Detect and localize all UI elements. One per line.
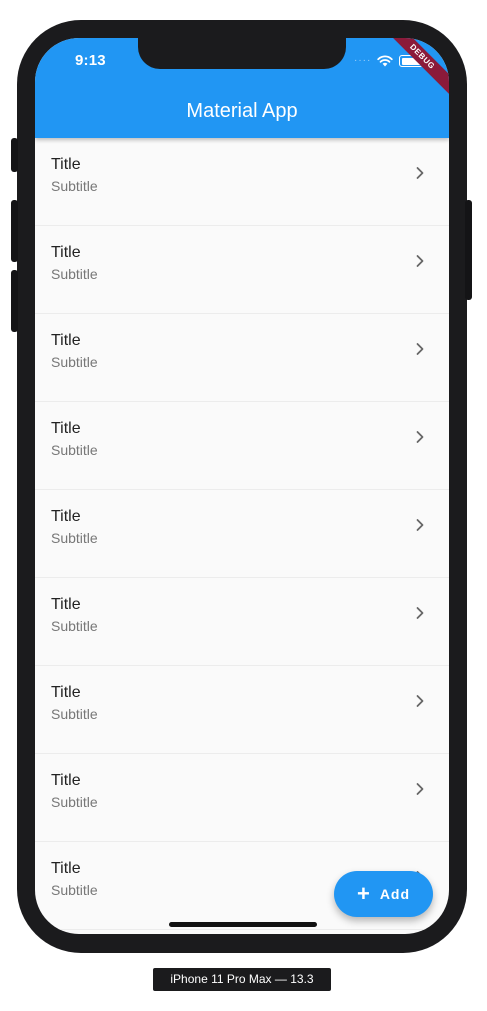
list-item-subtitle: Subtitle xyxy=(51,442,98,458)
list-item-title: Title xyxy=(51,508,81,525)
list-item[interactable]: Title Subtitle xyxy=(35,402,449,490)
device-screen: 9:13 ···· Material App DEBUG Title Subtit… xyxy=(35,38,449,934)
mute-switch xyxy=(11,138,18,172)
chevron-right-icon xyxy=(416,167,424,179)
list-item-title: Title xyxy=(51,156,81,173)
list-item-subtitle: Subtitle xyxy=(51,354,98,370)
home-indicator[interactable] xyxy=(169,922,317,927)
list-item-subtitle: Subtitle xyxy=(51,266,98,282)
list-item[interactable]: Title Subtitle xyxy=(35,490,449,578)
list-item[interactable]: Title Subtitle xyxy=(35,138,449,226)
list-item-subtitle: Subtitle xyxy=(51,178,98,194)
status-time: 9:13 xyxy=(75,52,106,69)
list-item[interactable]: Title Subtitle xyxy=(35,578,449,666)
volume-down-button xyxy=(11,270,18,332)
power-button xyxy=(465,200,472,300)
page-title: Material App xyxy=(186,100,298,122)
list-item-title: Title xyxy=(51,772,81,789)
chevron-right-icon xyxy=(416,431,424,443)
list-item-subtitle: Subtitle xyxy=(51,794,98,810)
list-item[interactable]: Title Subtitle xyxy=(35,754,449,842)
list-item[interactable]: Title Subtitle xyxy=(35,666,449,754)
list-item-title: Title xyxy=(51,420,81,437)
device-label: iPhone 11 Pro Max — 13.3 xyxy=(153,968,331,991)
chevron-right-icon xyxy=(416,607,424,619)
list-item-title: Title xyxy=(51,596,81,613)
list-item[interactable]: Title Subtitle xyxy=(35,226,449,314)
list: Title Subtitle Title Subtitle Title Subtitle T… xyxy=(35,138,449,930)
wifi-icon xyxy=(377,55,394,67)
list-item-subtitle: Subtitle xyxy=(51,882,98,898)
chevron-right-icon xyxy=(416,519,424,531)
list-item-title: Title xyxy=(51,684,81,701)
chevron-right-icon xyxy=(416,343,424,355)
list-item[interactable]: Title Subtitle xyxy=(35,314,449,402)
list-item-subtitle: Subtitle xyxy=(51,530,98,546)
list-item-subtitle: Subtitle xyxy=(51,618,98,634)
add-button[interactable]: + Add xyxy=(334,871,433,917)
list-item-title: Title xyxy=(51,332,81,349)
chevron-right-icon xyxy=(416,695,424,707)
notch xyxy=(138,38,346,69)
cellular-signal-icon: ···· xyxy=(354,55,372,66)
list-item-title: Title xyxy=(51,860,81,877)
chevron-right-icon xyxy=(416,783,424,795)
list-item-subtitle: Subtitle xyxy=(51,706,98,722)
plus-icon: + xyxy=(356,881,370,906)
volume-up-button xyxy=(11,200,18,262)
list-item-title: Title xyxy=(51,244,81,261)
chevron-right-icon xyxy=(416,255,424,267)
add-button-label: Add xyxy=(379,886,411,902)
